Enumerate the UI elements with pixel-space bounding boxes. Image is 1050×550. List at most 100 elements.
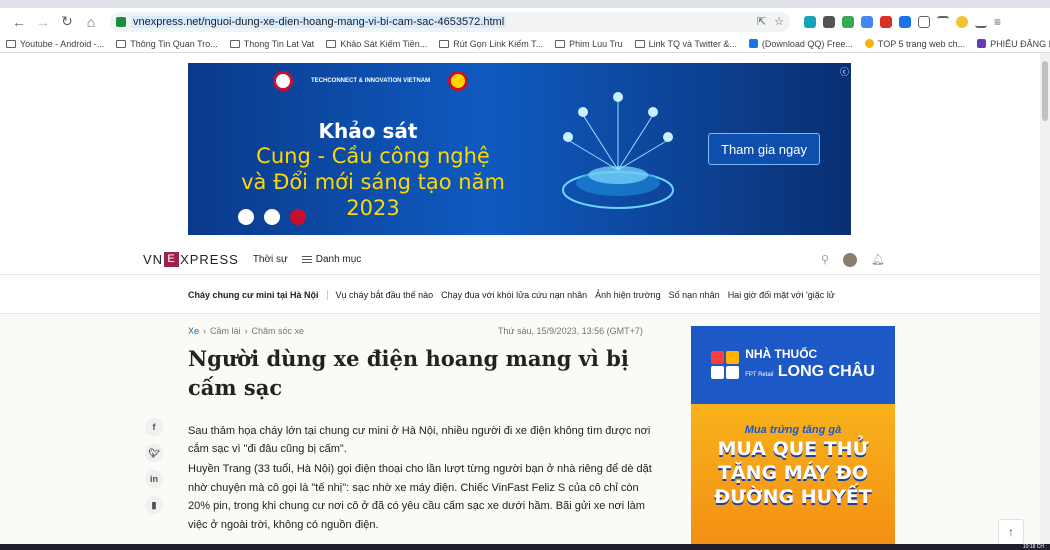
- join-now-button[interactable]: Tham gia ngay: [708, 133, 820, 165]
- facebook-share-icon[interactable]: f: [145, 418, 163, 436]
- bookmarks-bar: Youtube - Android -... Thông Tin Quan Tr…: [0, 35, 1050, 53]
- article-title: Người dùng xe điện hoang mang vì bị cấm …: [188, 346, 629, 400]
- os-taskbar: [0, 544, 1050, 550]
- promo-line: TẶNG MÁY ĐO: [717, 462, 868, 484]
- qq-favicon-icon: [748, 39, 758, 48]
- extension-icon[interactable]: [804, 15, 816, 28]
- taskbar-clock: 10:18 CH: [1022, 544, 1044, 550]
- forms-favicon-icon: [977, 39, 987, 48]
- bookmark-site[interactable]: PHIẾU ĐĂNG KÝ TH...: [977, 39, 1050, 49]
- bookmark-folder[interactable]: Thong Tin Lat Vat: [229, 39, 314, 49]
- tech-platform-illustration: [562, 92, 674, 209]
- breadcrumb: Xe › Cầm lái › Chăm sóc xe: [188, 326, 304, 336]
- category-menu-button[interactable]: Danh mục: [301, 254, 362, 265]
- folder-icon: [116, 39, 127, 48]
- bookmark-folder[interactable]: Rút Gọn Link Kiếm T...: [439, 39, 543, 49]
- bookmark-label: Thông Tin Quan Tro...: [130, 38, 218, 49]
- article-description: Sau thảm họa cháy lớn tại chung cư mini …: [188, 425, 651, 455]
- reload-icon[interactable]: ↻: [56, 11, 78, 33]
- logo-e-mark: E: [164, 252, 180, 267]
- ad-choices-icon[interactable]: ⓒ: [840, 65, 849, 78]
- promo-line: ĐƯỜNG HUYẾT: [714, 486, 872, 508]
- web-page: ⓒ TECHCONNECT & INNOVATION VIETNAM Khảo …: [0, 53, 1040, 550]
- side-ad-brand: NHÀ THUỐC FPT Retail LONG CHÂU: [745, 346, 875, 384]
- page-scrollbar[interactable]: [1040, 53, 1050, 550]
- scrollbar-thumb[interactable]: [1042, 61, 1048, 121]
- logo-xpress-text: XPRESS: [180, 252, 239, 267]
- address-bar-row: ← → ↻ ⌂ vnexpress.net/nguoi-dung-xe-dien…: [0, 8, 1050, 35]
- article-area: Xe › Cầm lái › Chăm sóc xe Thứ sáu, 15/9…: [0, 314, 1040, 550]
- back-icon[interactable]: ←: [8, 11, 30, 33]
- bookmark-folder[interactable]: Phim Luu Tru: [555, 39, 623, 49]
- extension-icon[interactable]: [880, 15, 892, 28]
- pharmacy-side-ad[interactable]: NHÀ THUỐC FPT Retail LONG CHÂU Mua trứng…: [691, 326, 895, 550]
- puzzle-icon[interactable]: [918, 15, 930, 28]
- folder-icon: [634, 39, 645, 48]
- banner-logos: TECHCONNECT & INNOVATION VIETNAM: [273, 71, 469, 91]
- home-icon[interactable]: ⌂: [80, 11, 102, 33]
- menu-kebab-icon[interactable]: ≡: [994, 15, 1001, 29]
- download-icon[interactable]: [975, 16, 987, 28]
- bookmark-label: Youtube - Android -...: [20, 38, 105, 49]
- national-emblem-icon: [448, 71, 469, 91]
- bookmark-label: (Download QQ) Free...: [761, 38, 853, 49]
- brand-small: FPT Retail: [745, 372, 774, 378]
- techconnect-logo: TECHCONNECT & INNOVATION VIETNAM: [311, 78, 431, 84]
- twitter-share-icon[interactable]: 🐦︎: [145, 444, 163, 462]
- side-ad-header: NHÀ THUỐC FPT Retail LONG CHÂU: [691, 326, 895, 404]
- linkedin-share-icon[interactable]: in: [145, 470, 163, 488]
- nav-thoi-su[interactable]: Thời sự: [253, 254, 288, 265]
- trending-topic[interactable]: Ảnh hiện trường: [595, 290, 660, 300]
- publish-date: Thứ sáu, 15/9/2023, 13:56 (GMT+7): [498, 326, 643, 336]
- bookmark-site[interactable]: TOP 5 trang web ch...: [864, 38, 966, 49]
- url-text[interactable]: vnexpress.net/nguoi-dung-xe-dien-hoang-m…: [131, 15, 507, 28]
- bookmark-folder[interactable]: Link TQ và Twitter &...: [634, 38, 737, 49]
- reading-list-icon[interactable]: [937, 15, 949, 28]
- extension-icon[interactable]: [842, 15, 854, 28]
- trending-topic[interactable]: Vụ cháy bắt đầu thế nào: [336, 290, 434, 300]
- survey-banner-ad[interactable]: ⓒ TECHCONNECT & INNOVATION VIETNAM Khảo …: [188, 63, 851, 235]
- breadcrumb-item[interactable]: Cầm lái: [210, 326, 241, 336]
- trending-topic[interactable]: Hai giờ đối mặt với 'giặc lử: [728, 290, 835, 300]
- extension-icon[interactable]: [899, 15, 911, 28]
- forward-icon[interactable]: →: [32, 11, 54, 33]
- secure-lock-icon[interactable]: [116, 16, 126, 27]
- bookmark-label: TOP 5 trang web ch...: [877, 38, 966, 49]
- vnexpress-logo[interactable]: VN E XPRESS: [143, 252, 239, 267]
- sponsor-logo-icon: [264, 209, 280, 225]
- folder-icon: [326, 39, 337, 48]
- breadcrumb-item[interactable]: Xe: [188, 326, 199, 336]
- chevron-right-icon: ›: [203, 326, 207, 336]
- share-icon[interactable]: ⇱: [757, 15, 766, 28]
- social-share-bar: f 🐦︎ in ▮: [145, 418, 163, 514]
- sponsor-logo-icon: [290, 209, 306, 225]
- bookmark-site[interactable]: (Download QQ) Free...: [748, 38, 853, 49]
- bookmark-folder[interactable]: Khảo Sát Kiếm Tiền...: [326, 39, 427, 49]
- search-icon[interactable]: ⚲: [821, 253, 829, 266]
- folder-icon: [229, 39, 240, 48]
- site-header: VN E XPRESS Thời sự Danh mục ⚲ 🔔︎: [0, 245, 1040, 275]
- notification-bell-icon[interactable]: 🔔︎: [871, 253, 885, 266]
- hamburger-icon: [301, 256, 312, 263]
- trending-topic-main[interactable]: Cháy chung cư mini tại Hà Nội: [188, 289, 328, 300]
- scroll-to-top-button[interactable]: ↑: [998, 519, 1024, 545]
- ministry-seal-icon: [273, 71, 293, 91]
- extension-icon[interactable]: [861, 15, 873, 28]
- omnibox[interactable]: vnexpress.net/nguoi-dung-xe-dien-hoang-m…: [110, 11, 790, 32]
- bookmark-folder[interactable]: Youtube - Android -...: [6, 39, 104, 49]
- banner-subtitle-line1: Cung - Cầu công nghệ: [256, 144, 490, 168]
- bookmark-folder[interactable]: Thông Tin Quan Tro...: [116, 39, 218, 49]
- extension-icon[interactable]: [823, 15, 835, 28]
- brand-line2: LONG CHÂU: [777, 363, 875, 380]
- extensions-bar: ≡: [804, 15, 1001, 29]
- profile-avatar-icon[interactable]: [956, 15, 968, 28]
- breadcrumb-item[interactable]: Chăm sóc xe: [252, 326, 305, 336]
- bookmark-label: Link TQ và Twitter &...: [648, 38, 737, 49]
- trending-topic[interactable]: Số nạn nhân: [669, 290, 720, 300]
- category-menu-label: Danh mục: [315, 254, 362, 265]
- bookmark-star-icon[interactable]: ☆: [774, 15, 784, 28]
- user-avatar[interactable]: [843, 252, 858, 267]
- logo-vn-text: VN: [143, 252, 164, 267]
- trending-topic[interactable]: Chạy đua với khói lửa cứu nạn nhân: [441, 290, 587, 300]
- bookmark-save-icon[interactable]: ▮: [145, 496, 163, 514]
